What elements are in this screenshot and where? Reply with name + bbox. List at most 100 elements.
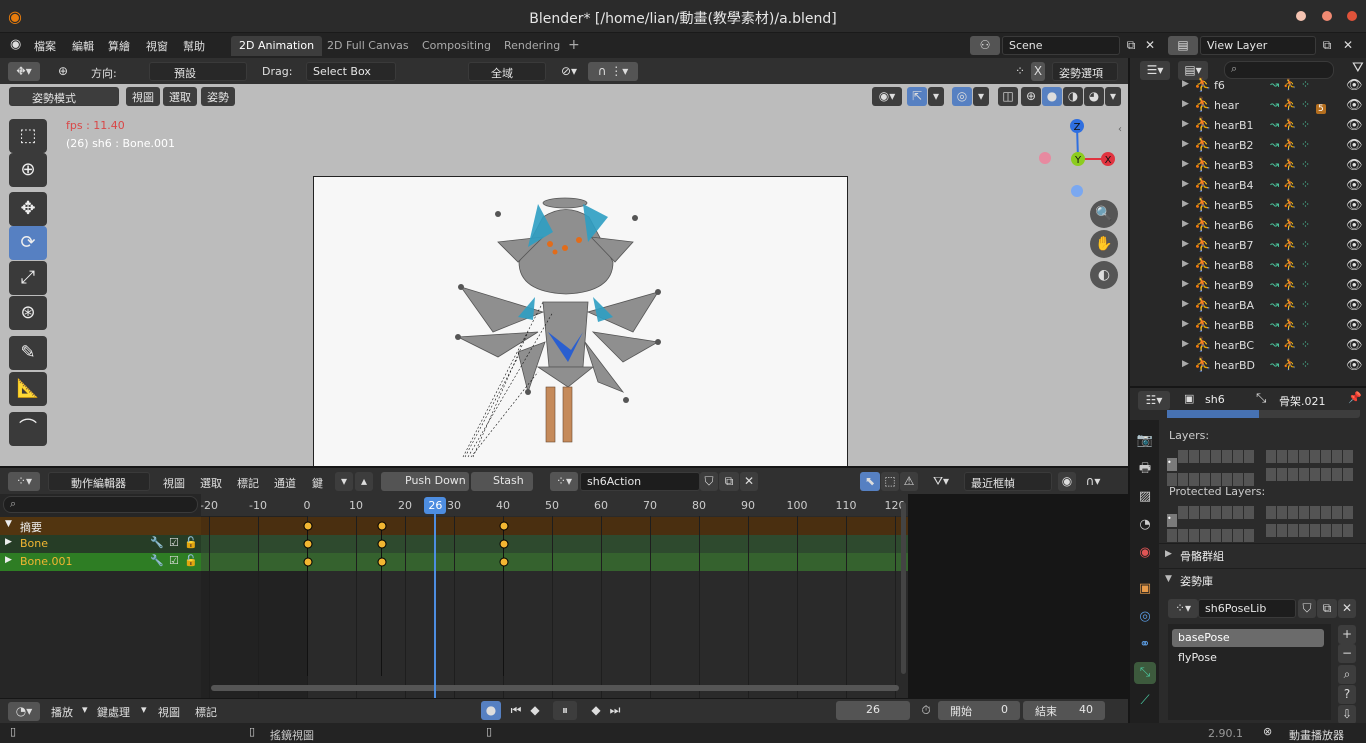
layer-cell[interactable] — [1233, 529, 1243, 542]
xray-icon[interactable]: ◫ — [998, 87, 1018, 106]
annotate-tool[interactable]: ✎ — [9, 336, 47, 370]
physics-tab-icon[interactable]: ◎ — [1134, 606, 1156, 628]
auto-key-record-icon[interactable]: ● — [481, 701, 501, 720]
expand-arrow-icon[interactable]: ▶ — [1182, 239, 1189, 249]
expand-arrow-icon[interactable]: ▶ — [1182, 339, 1189, 349]
layer-cell[interactable] — [1321, 524, 1331, 537]
pose-lib-copy-icon[interactable]: ⧉ — [1317, 599, 1337, 618]
bone-relax-tool[interactable]: ⌒ — [9, 412, 47, 446]
bone-tab-icon[interactable]: ⟋ — [1134, 690, 1156, 712]
pose-lib-name-field[interactable]: sh6PoseLib — [1198, 599, 1296, 618]
orientation-dropdown[interactable]: 預設 — [149, 62, 247, 81]
expand-arrow-icon[interactable]: ▶ — [1182, 299, 1189, 309]
channel-bone[interactable]: ▶ Bone 🔧 ☑ 🔓 — [0, 535, 201, 553]
unlink-action-icon[interactable]: ✕ — [740, 472, 758, 491]
layer-cell[interactable] — [1200, 506, 1210, 519]
mirror-icon[interactable]: ⁘ — [1010, 62, 1030, 81]
outliner-item[interactable]: ▶ ⛹ hearB1 ↝⛹⁘ 👁 — [1130, 116, 1366, 136]
expand-arrow-icon[interactable]: ▶ — [1182, 199, 1189, 209]
visibility-icon[interactable]: ◉▾ — [872, 87, 902, 106]
add-workspace-button[interactable]: + — [562, 36, 586, 56]
layer-cell[interactable] — [1233, 506, 1243, 519]
layer-cell[interactable] — [1332, 468, 1342, 481]
outliner-item[interactable]: ▶ ⛹ hearBD ↝⛹⁘ 👁 — [1130, 356, 1366, 376]
editor-type-icon-dope[interactable]: ⁘▾ — [8, 472, 40, 491]
channel-bone-001[interactable]: ▶ Bone.001 🔧 ☑ 🔓 — [0, 553, 201, 571]
eye-icon[interactable]: 👁 — [1346, 338, 1363, 353]
pose-item-flypose[interactable]: flyPose — [1172, 649, 1324, 667]
shading-material-icon[interactable]: ◑ — [1063, 87, 1083, 106]
pin-icon[interactable]: 📌 — [1348, 391, 1362, 404]
minimize-button[interactable] — [1296, 11, 1306, 21]
expand-arrow-icon[interactable]: ▶ — [1182, 99, 1189, 109]
object-tab-icon[interactable]: ▣ — [1134, 578, 1156, 600]
layer-cell[interactable] — [1288, 506, 1298, 519]
remove-view-layer-icon[interactable]: ✕ — [1340, 36, 1356, 55]
jump-start-icon[interactable]: ⏮ — [507, 701, 525, 720]
hide-errors-icon[interactable]: ⬚ — [881, 472, 899, 491]
push-down-button[interactable]: Push Down — [381, 472, 469, 491]
keyframe-area[interactable]: -20 -10 0 10 20 30 40 50 60 70 80 90 100 110 120 26 — [201, 494, 908, 698]
collapse-arrow-icon[interactable]: ‹ — [1118, 124, 1122, 135]
pose-lib-fake-user-icon[interactable]: ⛉ — [1298, 599, 1316, 618]
expand-arrow-icon[interactable]: ▶ — [1182, 79, 1189, 89]
layer-cell[interactable] — [1244, 506, 1254, 519]
current-frame-indicator[interactable]: 26 — [424, 497, 447, 514]
layer-cell[interactable] — [1321, 468, 1331, 481]
pan-hand-icon[interactable]: ✋ — [1090, 230, 1118, 258]
warning-icon[interactable]: ⚠ — [900, 472, 918, 491]
layer-cell[interactable] — [1310, 468, 1320, 481]
3d-viewport[interactable]: fps : 11.40 (26) sh6 : Bone.001 ⬚ ⊕ ✥ ⟳ … — [0, 84, 1128, 466]
layer-cell[interactable]: • — [1167, 514, 1177, 527]
menu-help[interactable]: 幫助 — [183, 38, 205, 54]
eye-icon[interactable]: 👁 — [1346, 298, 1363, 313]
proportional-edit-icon[interactable]: ◉ — [1058, 472, 1076, 491]
layer-cell[interactable] — [1200, 450, 1210, 463]
current-frame-field[interactable]: 26 — [836, 701, 910, 720]
layer-cell[interactable] — [1343, 450, 1353, 463]
layer-cell[interactable] — [1244, 529, 1254, 542]
maximize-button[interactable] — [1322, 11, 1332, 21]
expand-arrow-icon[interactable]: ▶ — [1182, 319, 1189, 329]
remove-scene-icon[interactable]: ✕ — [1142, 36, 1158, 55]
layer-cell[interactable] — [1277, 450, 1287, 463]
outliner-item[interactable]: ▶ ⛹ hearBB ↝⛹⁘ 👁 — [1130, 316, 1366, 336]
layer-cell[interactable] — [1266, 506, 1276, 519]
action-name-field[interactable]: sh6Action — [580, 472, 700, 491]
select-menu[interactable]: 選取 — [163, 87, 197, 106]
outliner-item[interactable]: ▶ ⛹ hearBC ↝⛹⁘ 👁 — [1130, 336, 1366, 356]
dope-channel-menu[interactable]: 通道 — [274, 475, 296, 491]
render-tab-icon[interactable]: 📷 — [1134, 430, 1156, 452]
pose-options-dropdown[interactable]: 姿勢選項 — [1052, 62, 1118, 81]
layer-cell[interactable] — [1178, 529, 1188, 542]
outliner-item[interactable]: ▶ ⛹ hearB7 ↝⛹⁘ 👁 — [1130, 236, 1366, 256]
editor-type-icon-timeline[interactable]: ◔▾ — [8, 702, 40, 721]
tab-compositing[interactable]: Compositing — [414, 36, 499, 56]
layer-cell[interactable] — [1266, 524, 1276, 537]
protected-grid-left[interactable]: • — [1167, 506, 1259, 542]
lock-icon[interactable]: 🔓 — [184, 536, 198, 549]
keying-menu[interactable]: 鍵處理 — [97, 704, 130, 720]
armature-data-tab-icon[interactable]: ⤡ — [1134, 662, 1156, 684]
eye-icon[interactable]: 👁 — [1346, 98, 1363, 113]
eye-icon[interactable]: 👁 — [1346, 238, 1363, 253]
outliner-item[interactable]: ▶ ⛹ hearBA ↝⛹⁘ 👁 — [1130, 296, 1366, 316]
view-menu[interactable]: 視圖 — [126, 87, 160, 106]
layer-cell[interactable] — [1288, 524, 1298, 537]
copy-view-layer-icon[interactable]: ⧉ — [1318, 36, 1336, 55]
eye-icon[interactable]: 👁 — [1346, 198, 1363, 213]
eye-icon[interactable]: 👁 — [1346, 178, 1363, 193]
eye-icon[interactable]: 👁 — [1346, 258, 1363, 273]
bone-groups-panel[interactable]: ▶ 骨骼群組 — [1159, 543, 1366, 565]
expand-arrow-icon[interactable]: ▶ — [1182, 259, 1189, 269]
expand-arrow-icon[interactable]: ▼ — [5, 519, 12, 529]
output-tab-icon[interactable]: 🖶 — [1134, 458, 1156, 480]
view-layer-tab-icon[interactable]: ▨ — [1134, 486, 1156, 508]
move-tool[interactable]: ✥ — [9, 192, 47, 226]
eye-icon[interactable]: 👁 — [1346, 278, 1363, 293]
expand-arrow-icon[interactable]: ▶ — [1182, 279, 1189, 289]
transform-space-dropdown[interactable]: 全域 — [468, 62, 546, 81]
layers-grid-left[interactable]: • — [1167, 450, 1259, 486]
layer-cell[interactable] — [1222, 506, 1232, 519]
sanitize-pose-icon[interactable]: ? — [1338, 685, 1356, 704]
